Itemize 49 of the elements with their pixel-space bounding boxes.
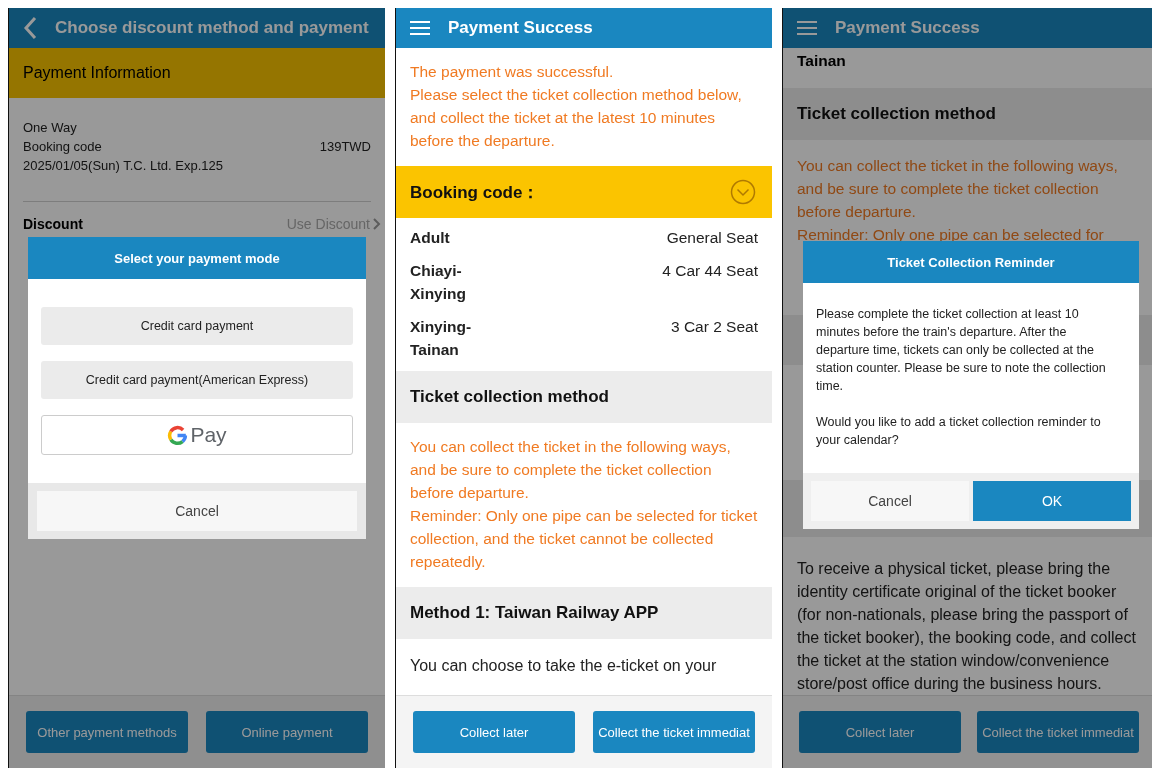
action-button[interactable]: Collect the ticket immediat [977, 711, 1139, 753]
collection-note: Reminder: Only one pipe can be selected for ticket collection, and the ticket cannot be collected repeatedly. [410, 506, 758, 572]
discount-label: Discount [23, 216, 83, 232]
passenger-label: Chiayi-Xinying [410, 261, 467, 304]
booking-code-label: Booking code [23, 138, 102, 156]
seat-value: General Seat [666, 228, 758, 248]
section-title: Ticket collection method [410, 387, 609, 407]
section-title: Method 1: Taiwan Railway APP [410, 603, 659, 623]
chevron-right-icon [373, 218, 381, 230]
action-button[interactable]: Collect later [799, 711, 961, 753]
collection-note: You can collect the ticket in the following ways, and be sure to complete the ticket collection before departure. [797, 156, 1119, 222]
screen-title: Payment Success [448, 18, 593, 38]
menu-icon[interactable] [410, 20, 430, 36]
section-title: Ticket collection method [797, 104, 996, 124]
action-button[interactable]: Online payment [206, 711, 368, 753]
screen-title: Choose discount method and payment [55, 18, 369, 38]
action-button[interactable]: Collect the ticket immediat [593, 711, 755, 753]
passenger-label: Adult [410, 228, 451, 248]
dialog-message: Please complete the ticket collection at least 10 minutes before the train's departure. After the departure time, tickets can only be collected at the station counter. Please be sure to note the collection time. [816, 306, 1107, 395]
menu-icon[interactable] [797, 20, 817, 36]
seat-value: 3 Car 2 Seat [670, 317, 758, 337]
seat-value: 4 Car 44 Seat [662, 261, 758, 281]
instruction-text: Please select the ticket collection method below, and collect the ticket at the latest 10 minutes before the departure. [410, 85, 743, 151]
dialog-title: Ticket Collection Reminder [803, 241, 1139, 283]
action-button[interactable]: Other payment methods [26, 711, 188, 753]
g-logo-icon [167, 424, 189, 446]
price: 139TWD [319, 138, 371, 156]
payment-option[interactable]: Credit card payment(American Express) [41, 361, 353, 399]
screen-title: Payment Success [835, 18, 980, 38]
cancel-button[interactable]: Cancel [37, 491, 357, 531]
method-description: You can choose to take the e-ticket on your [409, 656, 718, 675]
back-icon[interactable] [23, 16, 37, 40]
physical-ticket-text: To receive a physical ticket, please bring the identity certificate original of the ticket booker (for non-nationals, please bring the passport of the ticket booker), the booking code, and collect the ticket at the station window/convenience store/post office during the business hours. [796, 559, 1137, 694]
action-button[interactable]: Collect later [413, 711, 575, 753]
collection-note: You can collect the ticket in the following ways, and be sure to complete the ticket collection before departure. [410, 437, 732, 503]
passenger-label: Xinying-Tainan [410, 317, 473, 360]
ok-button[interactable]: OK [973, 481, 1131, 521]
success-message: The payment was successful. [410, 62, 615, 82]
booking-code-label: Booking code： [410, 181, 540, 204]
google-pay-button[interactable]: Pay [41, 415, 353, 455]
cancel-button[interactable]: Cancel [811, 481, 969, 521]
dialog-message: Would you like to add a ticket collection reminder to your calendar? [816, 414, 1102, 449]
booking-code-bar[interactable]: Booking code： [396, 166, 772, 218]
station-name: Tainan [796, 51, 847, 71]
section-title: Payment Information [23, 64, 171, 82]
payment-option[interactable]: Credit card payment [41, 307, 353, 345]
trip-type: One Way [23, 119, 78, 137]
dialog-title: Select your payment mode [28, 237, 366, 279]
train-info: 2025/01/05(Sun) T.C. Ltd. Exp.125 [23, 157, 224, 175]
